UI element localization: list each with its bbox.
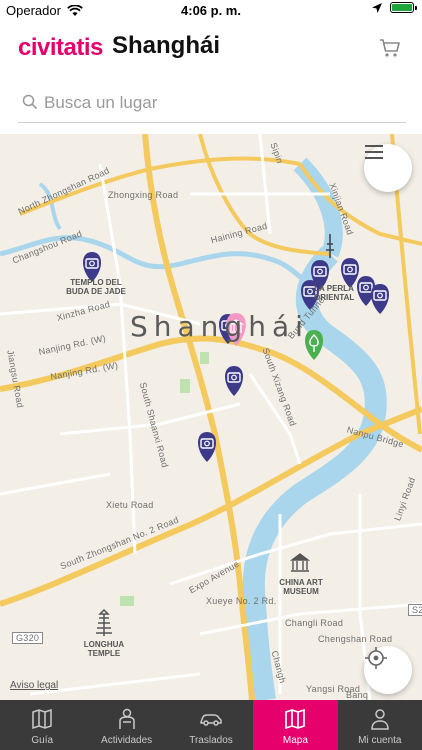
page-title: Shanghái <box>112 32 221 59</box>
search-icon <box>22 94 38 110</box>
search-input[interactable] <box>42 90 396 116</box>
map-icon <box>285 708 306 730</box>
guide-person-icon <box>118 708 135 729</box>
poi-label: LONGHUA TEMPLE <box>83 640 125 658</box>
search-bar[interactable] <box>18 84 406 123</box>
road-label: Zhongxing Road <box>108 190 179 200</box>
city-map-label: Shanghái <box>130 310 309 343</box>
tab-guia[interactable]: Guía <box>0 700 84 750</box>
cart-icon[interactable] <box>378 36 402 60</box>
tab-label: Traslados <box>189 735 233 746</box>
crosshair-icon <box>365 647 387 669</box>
poi-label: TEMPLO DEL BUDA DE JADE <box>66 278 126 296</box>
legal-link[interactable]: Aviso legal <box>10 680 58 691</box>
tab-label: Guía <box>31 735 54 746</box>
tab-label: Actividades <box>101 735 153 746</box>
road-label: Banq <box>346 690 369 700</box>
pagoda-icon <box>96 608 112 636</box>
road-label: Xueye No. 2 Rd. <box>206 596 277 606</box>
tab-mapa[interactable]: Mapa <box>253 700 338 750</box>
tab-label: Mapa <box>282 735 308 746</box>
photo-pin[interactable] <box>225 366 243 396</box>
photo-pin[interactable] <box>371 284 389 314</box>
road-label: Chengshan Road <box>318 634 393 644</box>
user-icon <box>371 709 389 730</box>
tab-bar: Guía Actividades Traslados Mapa Mi cuent… <box>0 700 422 750</box>
clock: 4:06 p. m. <box>181 3 241 18</box>
road-label: Xietu Road <box>106 500 154 510</box>
layers-menu-button[interactable] <box>364 144 412 192</box>
car-icon <box>200 714 222 726</box>
museum-building-icon <box>289 553 311 572</box>
photo-pin[interactable] <box>198 432 216 462</box>
tab-mi-cuenta[interactable]: Mi cuenta <box>338 700 422 750</box>
location-arrow-icon <box>372 2 382 13</box>
map-view[interactable]: North Zhongshan Road Zhongxing Road Hain… <box>0 134 422 700</box>
battery-icon <box>390 2 417 13</box>
road-label: G320 <box>12 632 44 644</box>
tab-label: Mi cuenta <box>358 735 402 746</box>
status-bar: Operador 4:06 p. m. <box>0 0 422 22</box>
tab-traslados[interactable]: Traslados <box>169 700 253 750</box>
poi-label: LA PERLA ORIENTAL <box>314 284 355 302</box>
road-label: S2 <box>408 604 422 616</box>
poi-label: CHINA ART MUSEUM <box>279 578 323 596</box>
map-canvas[interactable] <box>0 134 422 700</box>
brand-logo[interactable]: civitatis <box>18 34 103 62</box>
tab-actividades[interactable]: Actividades <box>84 700 168 750</box>
map-book-icon <box>32 708 52 730</box>
app-header: civitatis Shanghái <box>0 26 422 72</box>
my-location-button[interactable] <box>364 646 412 694</box>
road-label: Changli Road <box>285 618 344 628</box>
menu-icon <box>365 145 383 159</box>
